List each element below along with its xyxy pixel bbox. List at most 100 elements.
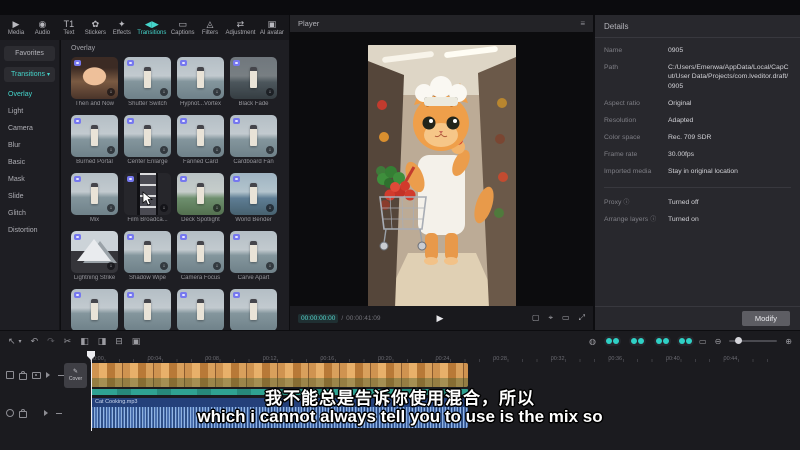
timeline-tool-icon[interactable]: ⊟	[115, 336, 123, 347]
transition-item[interactable]: ↓ Shadow Wipe	[124, 231, 171, 282]
timeline-ruler[interactable]: 00:00 00:04 00:08 00:12 00:16 00:20 00:2…	[0, 351, 800, 362]
toolbar-item-label: Effects	[113, 30, 131, 36]
toolbar-item[interactable]: ▭ Captions	[171, 20, 195, 36]
play-button[interactable]: ▶	[437, 313, 444, 324]
transition-item[interactable]: ↓	[177, 289, 224, 330]
sidebar-category-item[interactable]: Blur	[0, 137, 59, 154]
mute-icon[interactable]	[46, 372, 53, 378]
toolbar-item[interactable]: ▶ Media	[5, 20, 27, 36]
player-control-icon[interactable]: ⌖	[549, 313, 554, 323]
transition-item[interactable]: ↓ Fanned Card	[177, 115, 224, 166]
vip-badge-icon	[180, 60, 187, 66]
sidebar-group-transitions[interactable]: Transitions ▾	[4, 67, 55, 82]
timeline-toolbar: ↖ ▾ ↶ ↷ ✂ ◧ ◨ ⊟ ▣ ◍ ▾	[0, 331, 800, 351]
zoom-slider-handle[interactable]	[735, 337, 742, 344]
preview-axis-icon[interactable]: ▭	[699, 337, 707, 346]
player-title: Player	[298, 19, 319, 28]
toolbar-item[interactable]: ✿ Stickers	[84, 20, 106, 36]
transition-thumbnail: ↓	[71, 173, 118, 215]
lock-icon[interactable]	[19, 373, 27, 380]
transition-item[interactable]: ↓ World Bender	[230, 173, 277, 224]
sidebar-category-item[interactable]: Distortion	[0, 222, 59, 239]
transition-name: World Bender	[230, 217, 277, 224]
sidebar-category-label: Blur	[8, 142, 20, 149]
transition-item[interactable]: ↓ Black Fade	[230, 57, 277, 108]
sidebar-category-item[interactable]: Camera	[0, 120, 59, 137]
download-icon: ↓	[266, 88, 274, 96]
transition-item[interactable]: ↓ Burned Portal	[71, 115, 118, 166]
timeline-zoom-slider[interactable]	[729, 340, 777, 342]
sidebar-category-item[interactable]: Glitch	[0, 205, 59, 222]
download-icon: ↓	[266, 146, 274, 154]
toolbar-item[interactable]: ▣ AI avatar	[260, 20, 284, 36]
timeline-tool-icon[interactable]: ◧	[80, 336, 89, 347]
sidebar-category-label: Distortion	[8, 227, 38, 234]
transition-item[interactable]: ↓ Deck Spotlight	[177, 173, 224, 224]
transition-item[interactable]: ↓ Mix	[71, 173, 118, 224]
transition-item[interactable]: ↓ Film Broadca...	[124, 173, 171, 224]
timeline-tool-icon[interactable]: ▾	[19, 338, 22, 345]
sidebar-category-item[interactable]: Slide	[0, 188, 59, 205]
timeline-tool-icon[interactable]: ↷	[47, 336, 55, 347]
details-row-label: Imported media	[604, 167, 668, 176]
transition-item[interactable]: ↓ Center Enlarge	[124, 115, 171, 166]
timeline-tool-icon[interactable]: ◨	[98, 336, 107, 347]
timeline-toggle[interactable]	[654, 336, 671, 346]
toolbar-item[interactable]: ✦ Effects	[111, 20, 133, 36]
sidebar-category-item[interactable]: Overlay	[0, 86, 59, 103]
timeline-tool-icon[interactable]: ✂	[64, 336, 72, 347]
player-control-icon[interactable]: ▭	[562, 313, 570, 323]
transition-item[interactable]: ↓	[71, 289, 118, 330]
transition-item[interactable]: ↓ Hypnot...Vortex	[177, 57, 224, 108]
zoom-out-icon[interactable]: ⊖	[715, 337, 722, 346]
download-icon: ↓	[266, 204, 274, 212]
transition-item[interactable]: ↓ Carve Apart	[230, 231, 277, 282]
details-row-label: Proxyⓘ	[604, 198, 668, 207]
toolbar-item[interactable]: ⇄ Adjustment	[225, 20, 255, 36]
timeline-tool-icon[interactable]: ↶	[31, 336, 39, 347]
sidebar-category-item[interactable]: Mask	[0, 171, 59, 188]
player-control-icon[interactable]: ⤢	[579, 313, 585, 323]
transition-item[interactable]: ↓ Then and Now	[71, 57, 118, 108]
toolbar-item[interactable]: ◀▶ Transitions	[137, 20, 166, 36]
toolbar-item[interactable]: ◬ Filters	[199, 20, 221, 36]
timeline-tool-icon[interactable]: ↖	[8, 336, 16, 347]
transition-item[interactable]: ↓ Lightning Strike	[71, 231, 118, 282]
details-row-value: C:/Users/Emenwa/AppData/Local/CapCut/Use…	[668, 63, 791, 91]
vip-badge-icon	[180, 234, 187, 240]
vip-badge-icon	[233, 234, 240, 240]
toolbar-item[interactable]: ◉ Audio	[31, 20, 53, 36]
download-icon: ↓	[107, 146, 115, 154]
sidebar-category-item[interactable]: Basic	[0, 154, 59, 171]
player-menu-icon[interactable]: ≡	[580, 19, 585, 28]
vip-badge-icon	[74, 292, 81, 298]
sidebar-item-favorites[interactable]: Favorites	[4, 46, 55, 61]
timeline-toggle[interactable]	[604, 336, 621, 346]
transition-name: Camera Focus	[177, 275, 224, 282]
hide-track-icon[interactable]	[32, 372, 41, 379]
toolbar-item[interactable]: T1 Text	[58, 20, 80, 36]
transition-item[interactable]: ↓ Camera Focus	[177, 231, 224, 282]
transition-item[interactable]: ↓	[230, 289, 277, 330]
timeline-toggle[interactable]	[677, 336, 694, 346]
player-control-icon[interactable]: ▢	[532, 313, 540, 323]
download-icon: ↓	[107, 204, 115, 212]
modify-button[interactable]: Modify	[742, 311, 790, 326]
sidebar-category-label: Camera	[8, 125, 33, 132]
player-header: Player ≡	[290, 15, 593, 32]
transition-thumbnail: ↓	[124, 231, 171, 273]
record-voiceover-icon[interactable]: ◍	[589, 337, 596, 346]
timeline-toggle[interactable]	[629, 336, 646, 346]
transition-item[interactable]: ↓	[124, 289, 171, 330]
vip-badge-icon	[127, 292, 134, 298]
zoom-in-icon[interactable]: ⊕	[785, 337, 792, 346]
details-row-value: Turned on	[668, 215, 791, 224]
transition-item[interactable]: ↓ Cardboard Fan	[230, 115, 277, 166]
transition-item[interactable]: ↓ Shutter Switch	[124, 57, 171, 108]
current-time: 00:00:00:00	[298, 314, 338, 323]
sidebar-category-item[interactable]: Light	[0, 103, 59, 120]
details-row-value: Stay in original location	[668, 167, 791, 176]
timeline-tool-icon[interactable]: ▣	[132, 336, 141, 347]
main-track-icon[interactable]	[6, 371, 14, 379]
vip-badge-icon	[233, 176, 240, 182]
